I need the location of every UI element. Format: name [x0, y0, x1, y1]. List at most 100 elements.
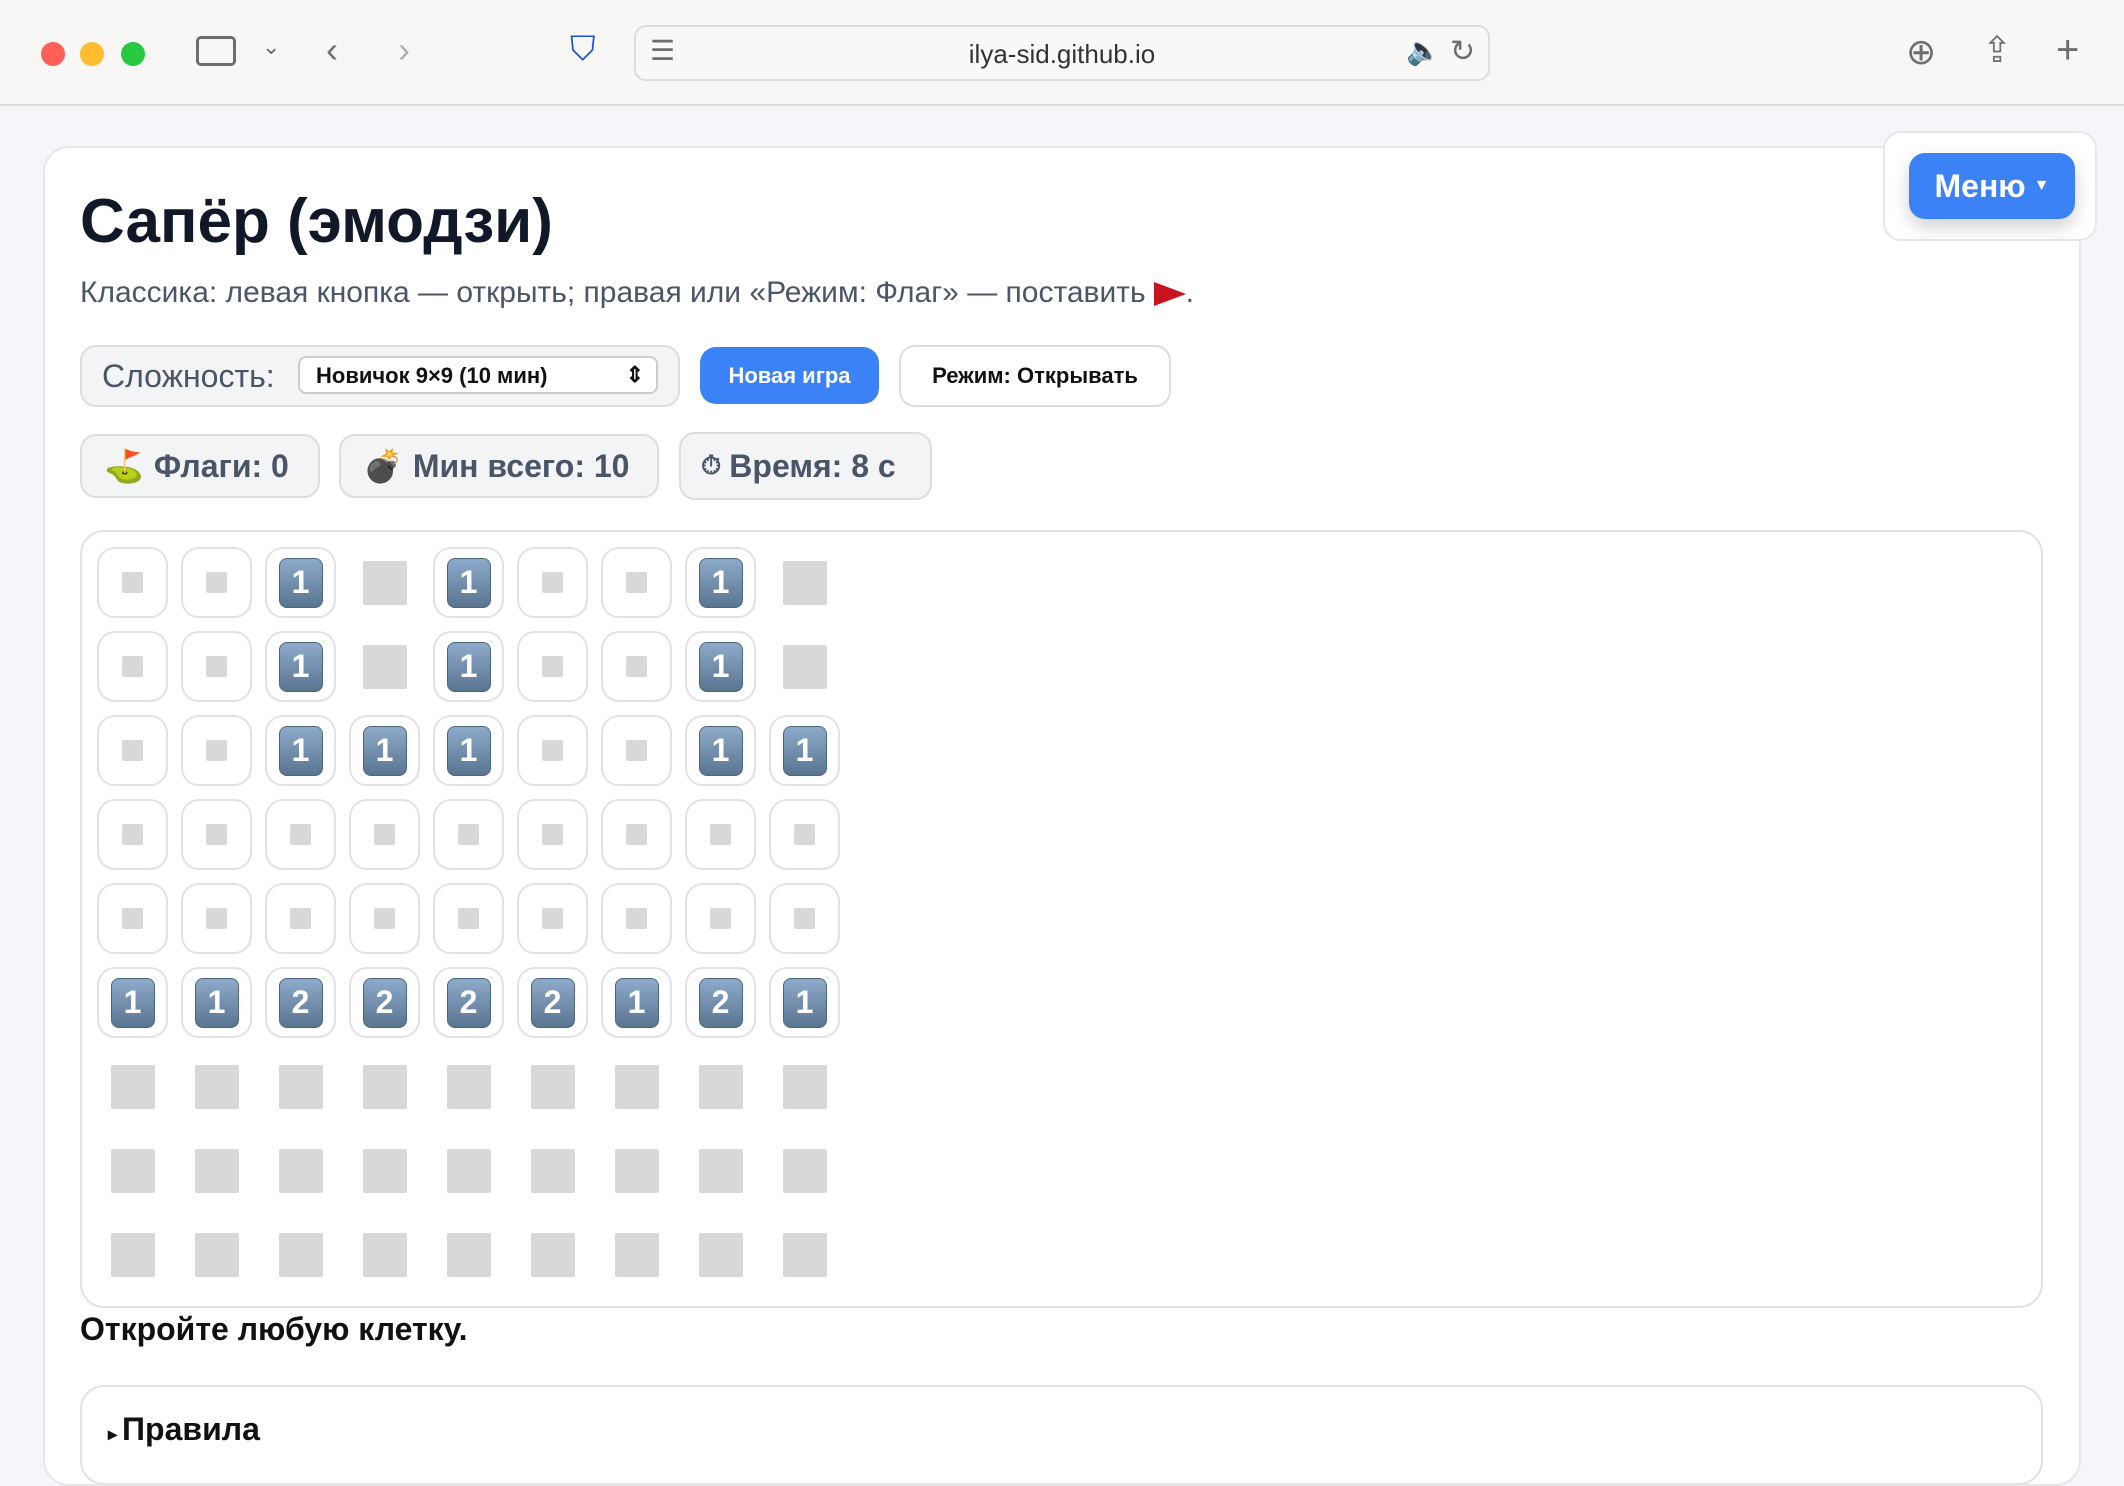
cell-empty[interactable] [97, 715, 168, 786]
new-game-button[interactable]: Новая игра [700, 347, 879, 404]
share-icon[interactable]: ⇪ [1982, 32, 2012, 68]
cell-number[interactable]: 1 [769, 967, 840, 1038]
cell-hidden[interactable] [349, 1051, 420, 1122]
cell-hidden[interactable] [181, 1135, 252, 1206]
cell-number[interactable]: 1 [433, 631, 504, 702]
cell-empty[interactable] [433, 883, 504, 954]
cell-empty[interactable] [181, 547, 252, 618]
cell-number[interactable]: 1 [433, 547, 504, 618]
cell-hidden[interactable] [349, 1135, 420, 1206]
download-icon[interactable]: ⊕ [1906, 34, 1936, 70]
cell-empty[interactable] [97, 631, 168, 702]
cell-number[interactable]: 1 [685, 631, 756, 702]
cell-empty[interactable] [97, 547, 168, 618]
chevron-down-icon[interactable]: ⌄ [262, 36, 280, 58]
cell-hidden[interactable] [97, 1219, 168, 1290]
cell-empty[interactable] [517, 715, 588, 786]
cell-hidden[interactable] [349, 1219, 420, 1290]
cell-number[interactable]: 1 [769, 715, 840, 786]
cell-empty[interactable] [517, 631, 588, 702]
cell-hidden[interactable] [685, 1051, 756, 1122]
cell-hidden[interactable] [601, 1051, 672, 1122]
cell-hidden[interactable] [181, 1051, 252, 1122]
cell-hidden[interactable] [349, 631, 420, 702]
cell-hidden[interactable] [769, 1135, 840, 1206]
shield-icon[interactable]: ⛉ [570, 32, 596, 66]
minimize-window-button[interactable] [80, 42, 104, 66]
speaker-icon[interactable]: 🔈 [1406, 37, 1441, 65]
cell-empty[interactable] [181, 883, 252, 954]
cell-empty[interactable] [349, 799, 420, 870]
sidebar-icon[interactable] [196, 36, 236, 66]
cell-hidden[interactable] [433, 1135, 504, 1206]
cell-empty[interactable] [601, 631, 672, 702]
cell-empty[interactable] [181, 631, 252, 702]
cell-hidden[interactable] [685, 1135, 756, 1206]
back-icon[interactable]: ‹ [326, 32, 338, 68]
close-window-button[interactable] [41, 42, 65, 66]
cell-number[interactable]: 1 [433, 715, 504, 786]
cell-empty[interactable] [769, 799, 840, 870]
cell-number[interactable]: 1 [349, 715, 420, 786]
cell-number[interactable]: 1 [265, 715, 336, 786]
cell-hidden[interactable] [685, 1219, 756, 1290]
cell-hidden[interactable] [181, 1219, 252, 1290]
cell-hidden[interactable] [433, 1219, 504, 1290]
cell-number[interactable]: 2 [517, 967, 588, 1038]
cell-hidden[interactable] [601, 1219, 672, 1290]
cell-number[interactable]: 1 [265, 547, 336, 618]
cell-number[interactable]: 1 [685, 547, 756, 618]
reload-icon[interactable]: ↻ [1450, 37, 1475, 67]
cell-empty[interactable] [181, 715, 252, 786]
cell-hidden[interactable] [97, 1051, 168, 1122]
cell-number[interactable]: 1 [601, 967, 672, 1038]
cell-hidden[interactable] [349, 547, 420, 618]
cell-hidden[interactable] [265, 1135, 336, 1206]
cell-number[interactable]: 2 [433, 967, 504, 1038]
cell-hidden[interactable] [769, 1051, 840, 1122]
cell-empty[interactable] [265, 799, 336, 870]
cell-empty[interactable] [601, 547, 672, 618]
cell-hidden[interactable] [517, 1219, 588, 1290]
cell-number[interactable]: 2 [265, 967, 336, 1038]
cell-empty[interactable] [601, 883, 672, 954]
cell-hidden[interactable] [601, 1135, 672, 1206]
cell-hidden[interactable] [265, 1219, 336, 1290]
cell-number[interactable]: 1 [181, 967, 252, 1038]
cell-empty[interactable] [517, 799, 588, 870]
new-tab-icon[interactable]: + [2056, 30, 2079, 70]
maximize-window-button[interactable] [121, 42, 145, 66]
menu-button[interactable]: Меню ▼ [1909, 153, 2075, 219]
cell-hidden[interactable] [433, 1051, 504, 1122]
cell-number[interactable]: 2 [685, 967, 756, 1038]
cell-empty[interactable] [97, 883, 168, 954]
cell-empty[interactable] [685, 799, 756, 870]
cell-number[interactable]: 1 [265, 631, 336, 702]
cell-empty[interactable] [769, 883, 840, 954]
cell-empty[interactable] [349, 883, 420, 954]
cell-empty[interactable] [685, 883, 756, 954]
cell-empty[interactable] [517, 547, 588, 618]
cell-number[interactable]: 2 [349, 967, 420, 1038]
rules-disclosure[interactable]: ▸ Правила [80, 1385, 2043, 1485]
cell-hidden[interactable] [769, 547, 840, 618]
cell-hidden[interactable] [517, 1135, 588, 1206]
cell-empty[interactable] [265, 883, 336, 954]
cell-number[interactable]: 1 [685, 715, 756, 786]
cell-hidden[interactable] [517, 1051, 588, 1122]
cell-hidden[interactable] [769, 631, 840, 702]
cell-empty[interactable] [517, 883, 588, 954]
cell-empty[interactable] [433, 799, 504, 870]
cell-empty[interactable] [181, 799, 252, 870]
cell-empty[interactable] [601, 799, 672, 870]
mode-toggle-button[interactable]: Режим: Открывать [899, 345, 1171, 407]
forward-icon[interactable]: › [398, 32, 410, 68]
cell-hidden[interactable] [97, 1135, 168, 1206]
cell-number[interactable]: 1 [97, 967, 168, 1038]
cell-hidden[interactable] [265, 1051, 336, 1122]
address-bar[interactable]: ☰ ilya-sid.github.io 🔈 ↻ [634, 25, 1490, 81]
cell-empty[interactable] [97, 799, 168, 870]
cell-empty[interactable] [601, 715, 672, 786]
cell-hidden[interactable] [769, 1219, 840, 1290]
difficulty-select[interactable]: Новичок 9×9 (10 мин) ⇕ [298, 356, 658, 394]
